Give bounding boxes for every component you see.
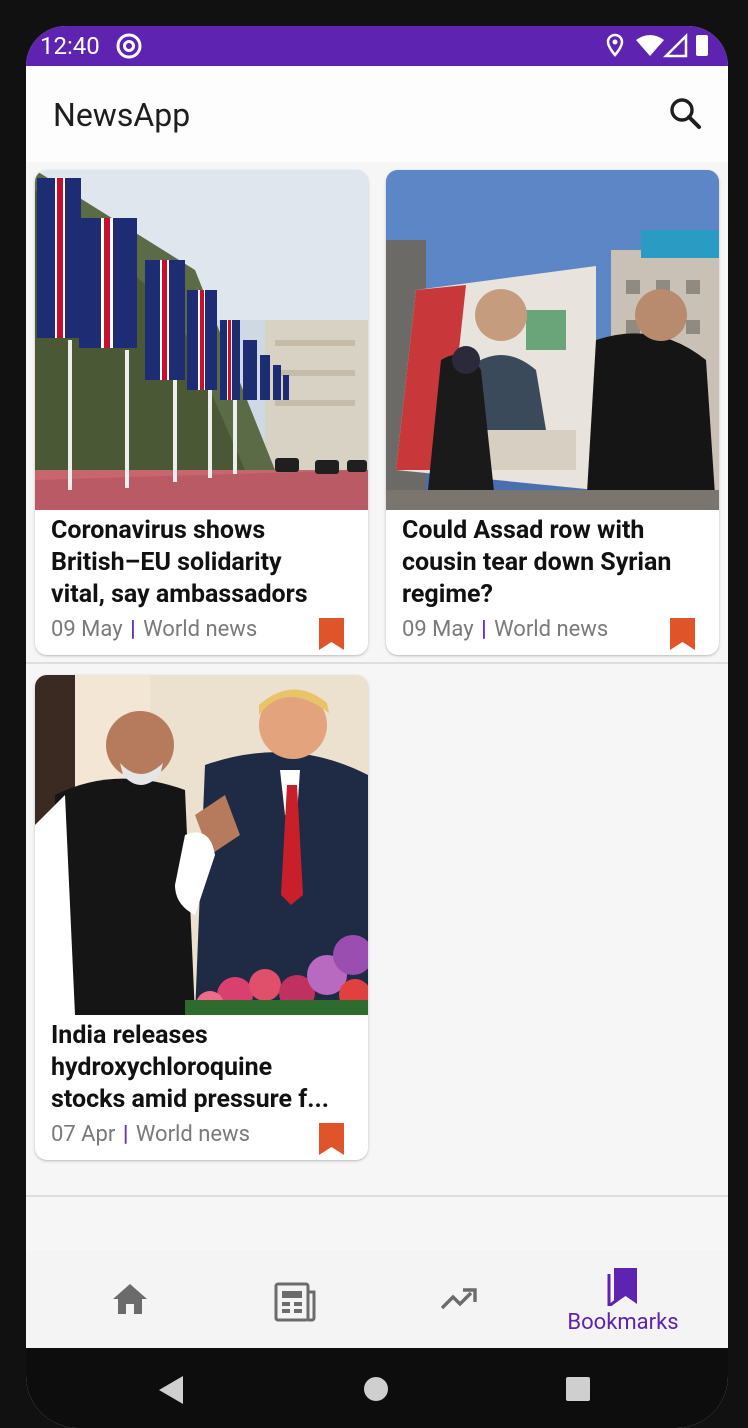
row-divider — [26, 1195, 728, 1197]
home-circle-icon[interactable] — [363, 1376, 389, 1402]
status-bar: 12:40 — [26, 26, 728, 66]
meta-separator: | — [130, 617, 136, 642]
status-icons — [606, 32, 708, 58]
meta-separator: | — [122, 1122, 129, 1147]
nav-label-bookmarks: Bookmarks — [567, 1310, 679, 1335]
nav-home[interactable] — [41, 1250, 217, 1348]
wifi-icon — [636, 35, 664, 56]
bottom-navigation: Bookmarks — [26, 1250, 728, 1348]
article-card[interactable]: Could Assad row with cousin tear down Sy… — [386, 170, 719, 655]
at-sign-icon — [116, 33, 142, 59]
phone-screen: 12:40 NewsApp Coronavirus shows British–… — [26, 26, 728, 1428]
article-image — [35, 675, 368, 1015]
bookmark-icon[interactable] — [319, 1123, 344, 1155]
article-meta: 07 Apr | World news — [51, 1122, 250, 1148]
article-title[interactable]: Coronavirus shows British–EU solidarity … — [51, 515, 357, 611]
meta-separator: | — [481, 617, 487, 642]
trending-icon — [441, 1288, 477, 1310]
location-icon — [606, 33, 624, 57]
article-section: World news — [143, 617, 258, 642]
article-card[interactable]: India releases hydroxychloroquine stocks… — [35, 675, 368, 1160]
article-title[interactable]: India releases hydroxychloroquine stocks… — [51, 1020, 357, 1116]
app-title: NewsApp — [53, 96, 191, 134]
nav-news[interactable] — [206, 1250, 382, 1348]
search-icon[interactable] — [666, 94, 706, 134]
system-navigation-bar — [26, 1348, 728, 1428]
article-meta: 09 May | World news — [402, 617, 608, 643]
article-date: 09 May — [51, 617, 123, 642]
back-icon[interactable] — [159, 1376, 185, 1404]
article-date: 07 Apr — [51, 1122, 116, 1147]
bookmarks-list[interactable]: Coronavirus shows British–EU solidarity … — [26, 162, 728, 1250]
article-section: World news — [135, 1122, 250, 1147]
article-section: World news — [494, 617, 609, 642]
bookmark-icon[interactable] — [319, 618, 344, 650]
article-meta: 09 May | World news — [51, 617, 257, 643]
signal-icon — [662, 32, 688, 58]
battery-icon — [696, 35, 708, 56]
app-bar: NewsApp — [26, 66, 728, 162]
nav-bookmarks[interactable]: Bookmarks — [535, 1250, 711, 1348]
article-card[interactable]: Coronavirus shows British–EU solidarity … — [35, 170, 368, 655]
newspaper-icon — [274, 1282, 316, 1322]
bookmarks-icon — [607, 1268, 637, 1306]
recents-icon[interactable] — [566, 1377, 590, 1401]
home-icon — [113, 1284, 147, 1314]
bookmark-icon[interactable] — [670, 618, 695, 650]
article-image — [386, 170, 719, 510]
row-divider — [26, 662, 728, 664]
nav-trending[interactable] — [371, 1250, 547, 1348]
article-image — [35, 170, 368, 510]
article-title[interactable]: Could Assad row with cousin tear down Sy… — [402, 515, 708, 611]
status-time: 12:40 — [40, 32, 100, 60]
article-date: 09 May — [402, 617, 474, 642]
